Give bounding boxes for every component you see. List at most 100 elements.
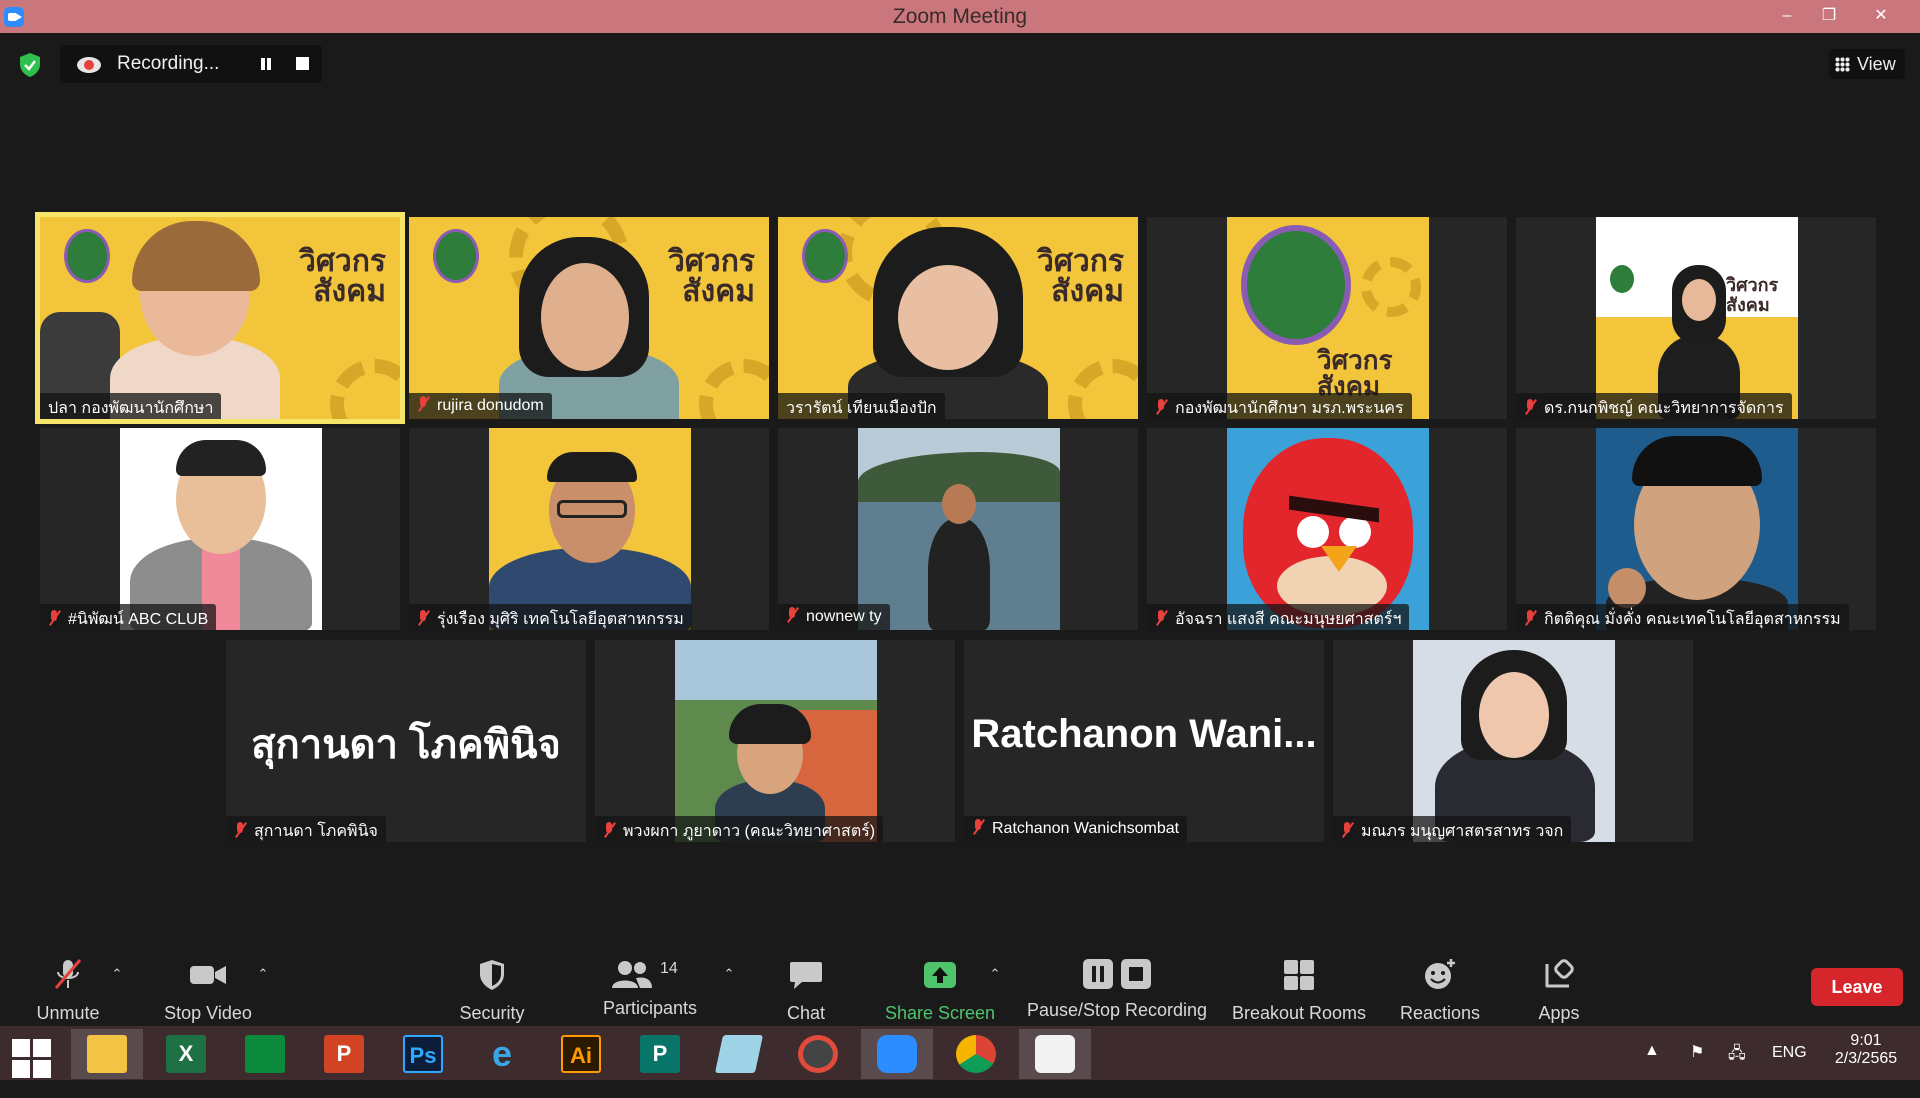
video-tile[interactable]: กิตติคุณ มั่งคั่ง คณะเทคโนโลยีอุตสาหกรรม: [1516, 428, 1876, 630]
powerpoint-icon[interactable]: P: [308, 1029, 380, 1079]
view-button[interactable]: View: [1829, 49, 1905, 79]
zoom-taskbar-icon[interactable]: [861, 1029, 933, 1079]
video-tile[interactable]: วิศวกร สังคม ปลา กองพัฒนานักศึกษา: [35, 212, 405, 424]
muted-mic-icon: [234, 822, 246, 838]
action-center-flag-icon[interactable]: ⚑: [1690, 1042, 1716, 1096]
video-tile[interactable]: สุกานดา โภคพินิจ สุกานดา โภคพินิจ: [226, 640, 586, 842]
muted-microphone-icon: [54, 959, 82, 989]
system-clock[interactable]: 9:01 2/3/2565: [1826, 1032, 1906, 1086]
apps-icon: [1545, 959, 1574, 988]
pause-stop-recording-button[interactable]: Pause/Stop Recording: [1024, 948, 1210, 1026]
branding-text: วิศวกร: [1726, 275, 1779, 295]
pause-icon: [1083, 959, 1113, 989]
video-tile[interactable]: วิศวกร สังคม วรารัตน์ เทียนเมืองปัก: [778, 217, 1138, 419]
photoscape-icon[interactable]: [782, 1029, 854, 1079]
share-screen-arrow-icon: [924, 962, 956, 988]
video-tile[interactable]: อัจฉรา แสงสี คณะมนุษยศาสตร์ฯ: [1147, 428, 1507, 630]
apps-button[interactable]: Apps: [1519, 948, 1599, 1026]
paint-icon[interactable]: [1019, 1029, 1091, 1079]
stop-recording-icon[interactable]: [296, 57, 309, 70]
muted-mic-icon: [1341, 822, 1353, 838]
illustrator-icon[interactable]: Ai: [545, 1029, 617, 1079]
show-hidden-icons-chevron-icon[interactable]: ▲: [1644, 1042, 1664, 1096]
video-camera-icon: [190, 966, 226, 984]
video-tile[interactable]: #นิพัฒน์ ABC CLUB: [40, 428, 400, 630]
participant-video: วิศวกร สังคม: [1227, 217, 1429, 419]
reactions-label: Reactions: [1399, 1003, 1481, 1023]
participant-name: อัจฉรา แสงสี คณะมนุษยศาสตร์ฯ: [1147, 604, 1410, 630]
share-options-chevron-icon[interactable]: ⌃: [988, 966, 1002, 981]
video-tile[interactable]: วิศวกร สังคม กองพัฒนานักศึกษา มรภ.พระนคร: [1147, 217, 1507, 419]
reactions-button[interactable]: Reactions: [1393, 948, 1487, 1026]
participant-video: วิศวกร สังคม: [40, 217, 400, 419]
input-language[interactable]: ENG: [1772, 1044, 1807, 1098]
participant-name: พวงผกา ภูยาดาว (คณะวิทยาศาสตร์): [595, 816, 884, 842]
internet-explorer-icon[interactable]: e: [466, 1029, 538, 1079]
muted-mic-icon: [1155, 399, 1167, 415]
participants-options-chevron-icon[interactable]: ⌃: [722, 966, 736, 981]
participant-video: [675, 640, 877, 842]
muted-mic-icon: [1524, 610, 1536, 626]
windows-start-icon[interactable]: [12, 1039, 52, 1079]
video-tile[interactable]: รุ่งเรือง มุศิริ เทคโนโลยีอุตสาหกรรม: [409, 428, 769, 630]
participant-display-name: Ratchanon Wani...: [971, 712, 1317, 756]
participant-name: #นิพัฒน์ ABC CLUB: [40, 604, 217, 630]
security-button[interactable]: Security: [452, 948, 532, 1026]
breakout-rooms-button[interactable]: Breakout Rooms: [1229, 948, 1369, 1026]
participants-icon: [612, 961, 652, 988]
close-button[interactable]: ✕: [1858, 0, 1904, 33]
video-tile[interactable]: มณภร มนุญศาสตรสาทร วจก: [1333, 640, 1693, 842]
pause-recording-icon[interactable]: [258, 56, 274, 72]
windows-taskbar: X P Ps e Ai P: [0, 1026, 1920, 1080]
security-shield-icon: [480, 960, 504, 990]
muted-mic-icon: [1524, 399, 1536, 415]
share-screen-label: Share Screen: [884, 1003, 996, 1023]
video-tile[interactable]: วิศวกร สังคม rujira donudom: [409, 217, 769, 419]
excel-icon[interactable]: X: [150, 1029, 222, 1079]
stop-video-button[interactable]: Stop Video: [158, 948, 258, 1026]
participant-name: ดร.กนกพิชญ์ คณะวิทยาการจัดการ: [1516, 393, 1792, 419]
participant-name: กองพัฒนานักศึกษา มรภ.พระนคร: [1147, 393, 1412, 419]
muted-mic-icon: [1155, 610, 1167, 626]
publisher-icon[interactable]: P: [624, 1029, 696, 1079]
chat-bubble-icon: [790, 962, 822, 989]
participant-name: rujira donudom: [409, 393, 552, 419]
recording-indicator: Recording...: [60, 45, 322, 83]
participant-name: สุกานดา โภคพินิจ: [226, 816, 386, 842]
stop-icon: [1121, 959, 1151, 989]
pause-stop-recording-label: Pause/Stop Recording: [1026, 1000, 1208, 1020]
chat-label: Chat: [786, 1003, 826, 1023]
participant-name: กิตติคุณ มั่งคั่ง คณะเทคโนโลยีอุตสาหกรรม: [1516, 604, 1849, 630]
photoshop-icon[interactable]: Ps: [387, 1029, 459, 1079]
participant-video: [1596, 428, 1798, 630]
file-explorer-icon[interactable]: [71, 1029, 143, 1079]
audio-options-chevron-icon[interactable]: ⌃: [110, 966, 124, 981]
participant-video: [1413, 640, 1615, 842]
store-icon[interactable]: [229, 1029, 301, 1079]
encryption-shield-icon[interactable]: [18, 52, 42, 78]
video-options-chevron-icon[interactable]: ⌃: [256, 966, 270, 981]
video-tile[interactable]: nownew ty: [778, 428, 1138, 630]
unmute-button[interactable]: Unmute: [28, 948, 108, 1026]
video-tile[interactable]: Ratchanon Wani... Ratchanon Wanichsombat: [964, 640, 1324, 842]
muted-mic-icon: [417, 610, 429, 626]
window-title: Zoom Meeting: [892, 5, 1028, 28]
video-tile[interactable]: พวงผกา ภูยาดาว (คณะวิทยาศาสตร์): [595, 640, 955, 842]
view-label: View: [1857, 54, 1896, 74]
share-screen-button[interactable]: Share Screen: [881, 948, 999, 1026]
notes-icon[interactable]: [703, 1029, 775, 1079]
recording-label: Recording...: [117, 53, 220, 74]
video-tile[interactable]: วิศวกร สังคม ดร.กนกพิชญ์ คณะวิทยาการจัดกา…: [1516, 217, 1876, 419]
participant-name: ปลา กองพัฒนานักศึกษา: [40, 393, 222, 419]
participant-display-name: สุกานดา โภคพินิจ: [251, 723, 561, 767]
minimize-button[interactable]: –: [1764, 0, 1810, 33]
participant-name: มณภร มนุญศาสตรสาทร วจก: [1333, 816, 1572, 842]
clock-date: 2/3/2565: [1834, 1050, 1898, 1067]
chrome-icon[interactable]: [940, 1029, 1012, 1079]
network-icon[interactable]: 🖧: [1728, 1042, 1754, 1096]
branding-text: สังคม: [682, 275, 755, 308]
restore-button[interactable]: ❐: [1806, 0, 1852, 33]
participants-button[interactable]: 14 Participants: [595, 948, 705, 1026]
chat-button[interactable]: Chat: [766, 948, 846, 1026]
leave-button[interactable]: Leave: [1811, 968, 1903, 1006]
